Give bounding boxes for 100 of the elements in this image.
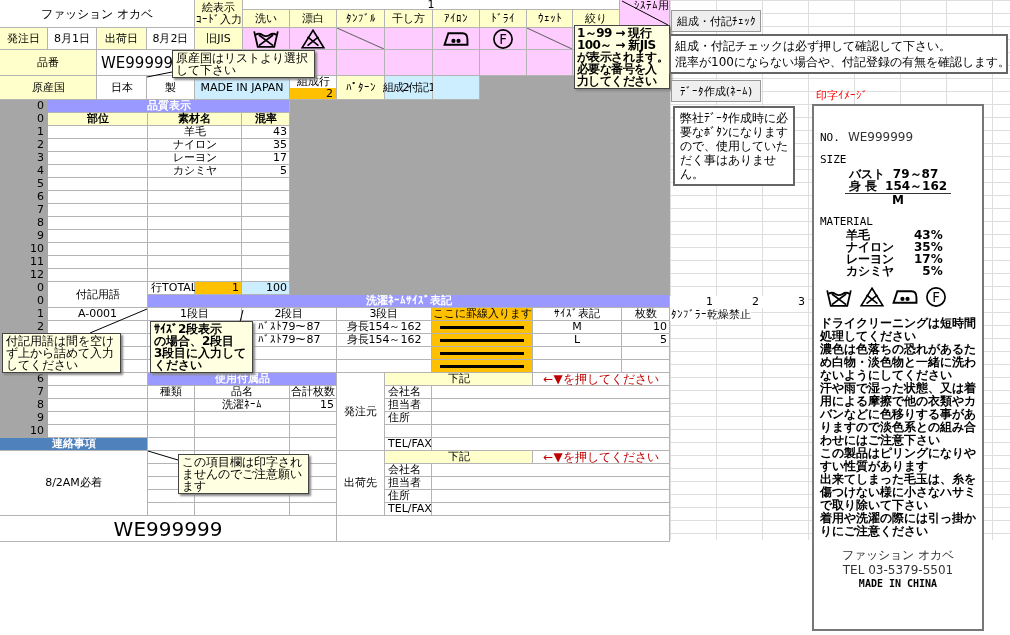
size-heading: SIZE — [820, 153, 847, 167]
material-name: レーヨン — [846, 253, 894, 265]
care-instruction: ドライクリーニングは短時間処理してください — [820, 317, 976, 343]
iron-icon — [443, 31, 469, 46]
circled-letter-icon: F — [493, 28, 513, 49]
party-dropdown[interactable]: 下記 — [385, 373, 533, 386]
table-cell — [242, 217, 290, 230]
size-code: M — [892, 194, 904, 207]
table-cell: 身長154～162 — [337, 334, 432, 347]
table-cell — [527, 50, 573, 76]
care-group-number: 1 — [243, 0, 620, 10]
table-cell — [337, 50, 385, 76]
table-cell: 身長154～162 — [337, 321, 432, 334]
care-header: ｳｪｯﾄ — [527, 10, 573, 28]
comment-tooltip: 原産国はリストより選択 して下さい — [172, 50, 315, 78]
macro-button[interactable]: 組成・付記ﾁｪｯｸ — [671, 10, 761, 32]
column-header: ここに罫線入ります — [432, 308, 533, 321]
table-cell — [242, 191, 290, 204]
table-cell[interactable] — [433, 28, 480, 50]
table-cell — [242, 204, 290, 217]
table-cell: ナイロン — [148, 139, 242, 152]
table-cell — [148, 425, 195, 438]
instruction-text: 組成・付記チェックは必ず押して確認して下さい。 — [675, 38, 951, 54]
field-label: 品番 — [0, 50, 97, 76]
material-heading: MATERIAL — [820, 215, 873, 229]
table-cell[interactable] — [290, 28, 337, 50]
table-cell — [242, 243, 290, 256]
row-number: 9 — [0, 230, 48, 243]
leader-line — [146, 71, 173, 78]
table-cell — [433, 76, 480, 100]
macro-button[interactable]: ﾃﾞｰﾀ作成(ﾈｰﾑ) — [671, 80, 761, 102]
table-cell — [385, 50, 433, 76]
table-cell[interactable] — [527, 28, 573, 50]
table-cell: 洗濯ﾈｰﾑ — [195, 399, 290, 412]
material-percent: 43% — [914, 229, 943, 241]
party-dropdown[interactable]: 下記 — [385, 451, 533, 464]
row-number: 9 — [0, 412, 48, 425]
table-cell — [148, 399, 195, 412]
leader-line — [147, 450, 179, 461]
column-header: 混率 — [242, 113, 290, 126]
contact-note[interactable]: 8/2AM必着 — [0, 451, 148, 516]
comment-tooltip: 付記用語は間を空け ず上から詰めて入力 してください — [2, 333, 121, 373]
row-number: 12 — [0, 269, 48, 282]
table-cell: 15 — [290, 399, 337, 412]
table-cell[interactable] — [337, 28, 385, 50]
leader-line — [621, 0, 669, 26]
field-label: 担当者 — [385, 477, 432, 490]
country-cell[interactable]: 日本 — [97, 76, 147, 100]
row-number: 3 — [0, 152, 48, 165]
table-cell — [148, 438, 195, 451]
column-number: 3 — [762, 295, 808, 308]
table-cell[interactable] — [243, 28, 290, 50]
row-count: 1 — [195, 282, 242, 295]
iron-icon — [892, 290, 918, 304]
product-number[interactable]: WE99999 — [101, 56, 174, 69]
table-cell — [242, 230, 290, 243]
row-number: 11 — [0, 256, 48, 269]
table-cell: M — [533, 321, 622, 334]
field-label: TEL/FAX — [385, 503, 432, 516]
table-cell: カシミヤ — [148, 165, 242, 178]
field-label: 担当者 — [385, 399, 432, 412]
table-cell[interactable] — [385, 28, 433, 50]
table-cell: レーヨン — [148, 152, 242, 165]
care-instruction: 着用や洗濯の際には引っ掛かりにご注意ください — [820, 512, 976, 538]
table-cell: 35 — [242, 139, 290, 152]
table-cell[interactable]: A-0001 — [48, 308, 148, 321]
row-number: 0 — [0, 100, 48, 113]
table-cell — [290, 503, 337, 516]
row-number: 10 — [0, 243, 48, 256]
table-cell: 5 — [242, 165, 290, 178]
field-label: 出荷日 — [97, 28, 147, 50]
table-cell — [290, 425, 337, 438]
column-header: 3段目 — [337, 308, 432, 321]
row-number: 0 — [0, 295, 48, 308]
comment-tooltip: 1～99 → 現行 100～ → 新JIS が表示されます。 必要な番号を入力してください — [574, 25, 670, 89]
order-date[interactable]: 8月1日 — [48, 28, 97, 50]
size-name: 身 長 — [848, 180, 878, 192]
column-number: 2 — [716, 295, 762, 308]
row-number: 1 — [0, 126, 48, 139]
crossed-triangle-icon — [860, 287, 884, 307]
row-number: 6 — [0, 191, 48, 204]
row-number: 7 — [0, 204, 48, 217]
field-label: 発注日 — [0, 28, 48, 50]
comment-tooltip: この項目欄は印字され ませんのでご注意願い ます — [178, 454, 309, 494]
table-cell[interactable]: F — [480, 28, 527, 50]
company-name: ファッション オカベ — [0, 0, 195, 28]
table-cell — [148, 503, 195, 516]
code-value[interactable]: 旧JIS — [195, 28, 243, 50]
table-cell: 5 — [622, 334, 670, 347]
field-label: 原産国 — [0, 76, 97, 100]
row-number: 5 — [0, 178, 48, 191]
section-header: 品質表示 — [48, 100, 290, 113]
header-text: 絵表示 — [202, 1, 235, 14]
dropdown-hint: ←▼を押してください — [533, 451, 670, 464]
label-company: ファッション オカベ — [842, 548, 954, 563]
field-label: TEL/FAX — [385, 438, 432, 451]
row-number: 6 — [0, 373, 48, 386]
ship-date[interactable]: 8月2日 — [147, 28, 195, 50]
composition-row-value[interactable]: 2 — [290, 88, 336, 99]
crossed-tub-icon — [826, 287, 852, 307]
